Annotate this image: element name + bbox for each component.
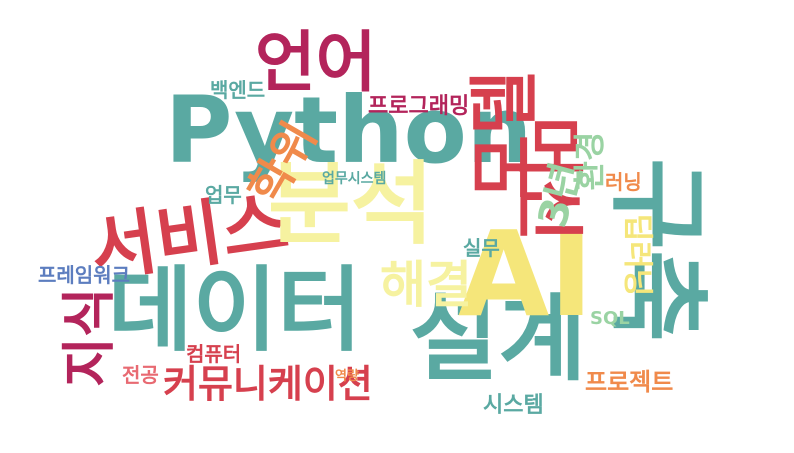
- word-deeplearning: 딥러닝: [619, 213, 655, 297]
- word-model: 모델: [463, 70, 546, 200]
- word-project: 프로젝트: [585, 368, 674, 396]
- word-eopmusystem: 업무시스템: [322, 171, 387, 187]
- word-reoning: 러닝: [605, 170, 642, 194]
- word-cloud: Python 언어 데이터 서비스 설계 AI 분석 구축 커뮤니케이션 딥러닝…: [0, 0, 794, 453]
- word-computer: 컴퓨터: [186, 342, 242, 366]
- word-hwangyeong: 환경: [570, 131, 609, 191]
- word-jisik: 지식: [57, 287, 121, 387]
- word-eopmu: 업무: [205, 183, 242, 207]
- word-yeongnyang: 역량: [335, 369, 359, 384]
- word-jeongong: 전공: [122, 363, 159, 387]
- word-system: 시스템: [483, 393, 544, 418]
- word-haegyeol: 해결: [380, 256, 472, 314]
- word-silmu: 실무: [463, 236, 500, 260]
- word-framework: 프레임워크: [38, 263, 130, 287]
- word-sql: SQL: [590, 308, 630, 329]
- word-backend: 백엔드: [210, 78, 266, 102]
- word-eoneo: 언어: [255, 24, 377, 101]
- word-programming: 프로그래밍: [368, 94, 470, 119]
